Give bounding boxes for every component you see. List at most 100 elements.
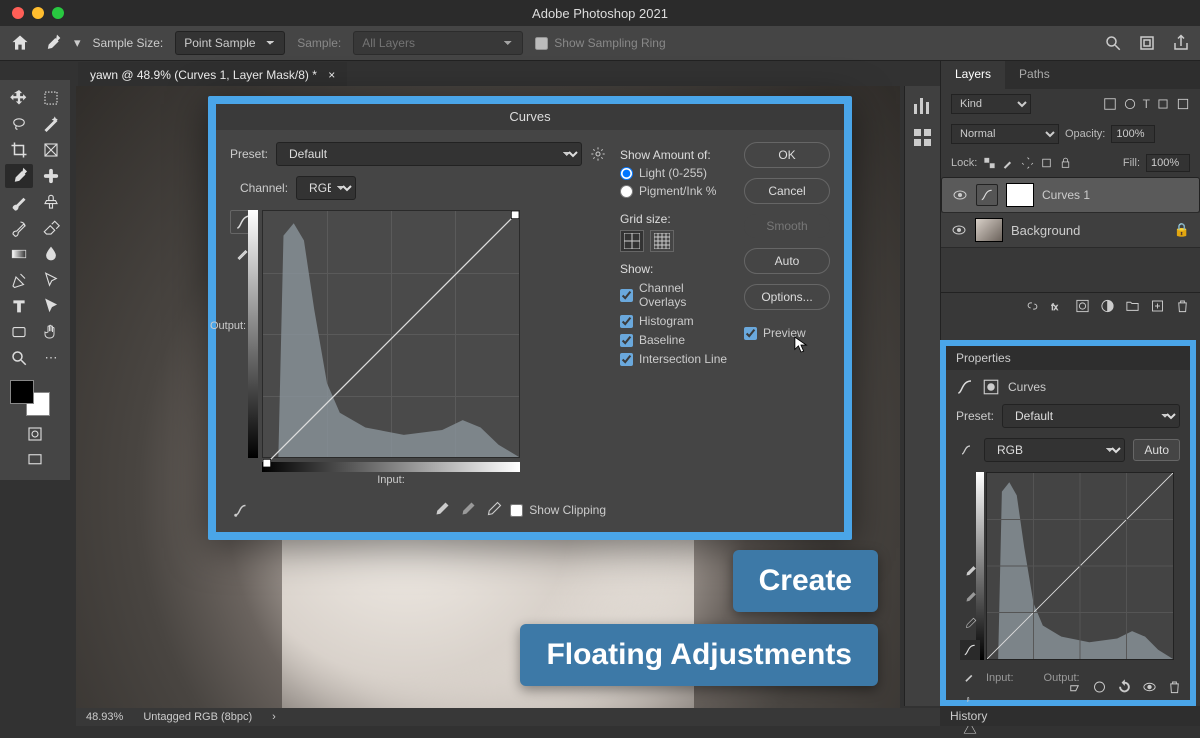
pen-tool[interactable] — [5, 268, 33, 292]
frame-tool[interactable] — [37, 138, 65, 162]
clone-stamp-tool[interactable] — [37, 190, 65, 214]
channel-select[interactable]: RGB — [296, 176, 356, 200]
quickmask-icon[interactable] — [21, 422, 49, 446]
minimize-window-icon[interactable] — [32, 7, 44, 19]
trash-icon[interactable] — [1167, 678, 1182, 696]
intersection-check[interactable]: Intersection Line — [620, 352, 732, 366]
show-sampling-ring-check[interactable]: Show Sampling Ring — [535, 36, 665, 50]
visibility-icon[interactable] — [952, 187, 968, 203]
collapsed-panel-strip[interactable] — [904, 86, 940, 706]
lock-brush-icon[interactable] — [1002, 154, 1015, 172]
close-window-icon[interactable] — [12, 7, 24, 19]
marquee-tool[interactable] — [37, 86, 65, 110]
color-swatches[interactable] — [10, 380, 50, 416]
type-tool[interactable] — [5, 294, 33, 318]
history-panel-tab[interactable]: History — [940, 706, 1200, 726]
lock-position-icon[interactable] — [1021, 154, 1034, 172]
eyedropper-black-icon[interactable] — [432, 501, 450, 519]
frame-icon[interactable] — [1138, 34, 1156, 52]
eyedropper-tool-icon[interactable] — [42, 33, 62, 53]
preview-check[interactable]: Preview — [744, 326, 830, 340]
document-tab[interactable]: yawn @ 48.9% (Curves 1, Layer Mask/8) * … — [78, 62, 347, 88]
tab-layers[interactable]: Layers — [941, 61, 1005, 89]
eyedropper-white-icon[interactable] — [484, 501, 502, 519]
histogram-icon[interactable] — [911, 94, 935, 118]
path-select-tool[interactable] — [37, 268, 65, 292]
baseline-check[interactable]: Baseline — [620, 333, 732, 347]
delete-layer-icon[interactable] — [1175, 297, 1190, 315]
auto-button[interactable]: Auto — [744, 248, 830, 274]
close-tab-icon[interactable]: × — [328, 68, 335, 82]
lasso-tool[interactable] — [5, 112, 33, 136]
visibility-icon[interactable] — [951, 222, 967, 238]
sample-select[interactable]: All Layers — [353, 31, 523, 55]
zoom-tool[interactable] — [5, 346, 33, 370]
crop-tool[interactable] — [5, 138, 33, 162]
share-icon[interactable] — [1172, 34, 1190, 52]
add-mask-icon[interactable] — [1075, 297, 1090, 315]
brush-tool[interactable] — [5, 190, 33, 214]
channel-overlays-check[interactable]: Channel Overlays — [620, 281, 732, 309]
lock-all-icon[interactable] — [1059, 154, 1072, 172]
layer-fx-icon[interactable]: fx — [1050, 297, 1065, 315]
new-layer-icon[interactable] — [1150, 297, 1165, 315]
light-radio[interactable]: Light (0-255) — [620, 166, 732, 180]
maximize-window-icon[interactable] — [52, 7, 64, 19]
swatches-icon[interactable] — [911, 126, 935, 150]
eyedropper-black-icon[interactable] — [960, 562, 980, 582]
layer-background[interactable]: Background 🔒 — [941, 213, 1200, 248]
tab-paths[interactable]: Paths — [1005, 61, 1064, 89]
hand-tool[interactable] — [37, 320, 65, 344]
layer-thumb[interactable] — [975, 218, 1003, 242]
filter-adjust-icon[interactable] — [1123, 97, 1137, 111]
channel-select[interactable]: RGB — [984, 438, 1125, 462]
blur-tool[interactable] — [37, 242, 65, 266]
edit-toolbar[interactable]: ⋯ — [37, 346, 65, 370]
lock-artboard-icon[interactable] — [1040, 154, 1053, 172]
mask-icon[interactable] — [982, 378, 1000, 396]
gear-icon[interactable] — [590, 145, 606, 163]
curve-graph[interactable] — [262, 210, 520, 458]
layer-filter-kind[interactable]: Kind — [951, 94, 1031, 114]
show-clipping-check[interactable]: Show Clipping — [510, 503, 606, 517]
preset-select[interactable]: Default — [276, 142, 582, 166]
eyedropper-gray-icon[interactable] — [960, 588, 980, 608]
filter-smart-icon[interactable] — [1176, 97, 1190, 111]
opacity-input[interactable] — [1111, 125, 1155, 143]
cancel-button[interactable]: Cancel — [744, 178, 830, 204]
target-adjust-icon[interactable] — [956, 442, 976, 458]
eyedropper-white-icon[interactable] — [960, 614, 980, 634]
new-group-icon[interactable] — [1125, 297, 1140, 315]
lock-pixels-icon[interactable] — [983, 154, 996, 172]
sample-size-select[interactable]: Point Sample — [175, 31, 285, 55]
magic-wand-tool[interactable] — [37, 112, 65, 136]
options-button[interactable]: Options... — [744, 284, 830, 310]
histogram-check[interactable]: Histogram — [620, 314, 732, 328]
direct-select-tool[interactable] — [37, 294, 65, 318]
layer-mask-thumb[interactable] — [1006, 183, 1034, 207]
pencil-mode-icon[interactable] — [960, 666, 980, 686]
visibility-icon[interactable] — [1142, 678, 1157, 696]
preset-select[interactable]: Default — [1002, 404, 1180, 428]
view-previous-icon[interactable] — [1092, 678, 1107, 696]
home-icon[interactable] — [10, 33, 30, 53]
auto-button[interactable]: Auto — [1133, 439, 1180, 461]
eyedropper-tool[interactable] — [5, 164, 33, 188]
chevron-right-icon[interactable]: › — [272, 711, 276, 723]
curve-graph[interactable] — [986, 472, 1174, 660]
new-adjustment-icon[interactable] — [1100, 297, 1115, 315]
healing-brush-tool[interactable] — [37, 164, 65, 188]
filter-shape-icon[interactable] — [1156, 97, 1170, 111]
grid-10-icon[interactable] — [650, 230, 674, 252]
shape-tool[interactable] — [5, 320, 33, 344]
eyedropper-gray-icon[interactable] — [458, 501, 476, 519]
link-layers-icon[interactable] — [1025, 297, 1040, 315]
zoom-level[interactable]: 48.93% — [86, 711, 123, 723]
filter-type-icon[interactable]: T — [1143, 97, 1150, 111]
move-tool[interactable] — [5, 86, 33, 110]
fill-input[interactable] — [1146, 154, 1190, 172]
blend-mode-select[interactable]: Normal — [951, 124, 1059, 144]
clip-icon[interactable] — [1067, 678, 1082, 696]
pigment-radio[interactable]: Pigment/Ink % — [620, 184, 732, 198]
layer-curves1[interactable]: Curves 1 — [941, 177, 1200, 213]
